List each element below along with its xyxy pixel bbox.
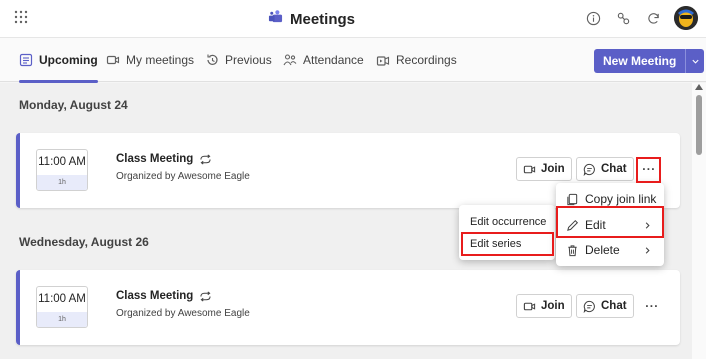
time-box: 11:00 AM 1h [36, 149, 88, 191]
chat-button[interactable]: Chat [576, 294, 634, 318]
join-button[interactable]: Join [516, 157, 572, 181]
trash-icon [568, 244, 577, 256]
delete-label: Delete [585, 243, 620, 257]
meeting-duration: 1h [37, 175, 87, 190]
card-accent-bar [16, 270, 20, 345]
video-icon [523, 302, 536, 310]
chevron-right-icon [645, 221, 650, 229]
video-icon [106, 55, 120, 65]
tab-previous[interactable]: Previous [205, 38, 272, 82]
context-menu: Copy join link Edit Delete [556, 183, 664, 266]
tab-attendance-label: Attendance [303, 53, 364, 67]
scrollbar-thumb[interactable] [696, 95, 702, 155]
edit-series-item[interactable]: Edit series [459, 234, 555, 254]
chat-button-label: Chat [601, 300, 627, 312]
meeting-card[interactable]: 11:00 AM 1h Class Meeting Organized by A… [16, 270, 680, 345]
chat-icon [583, 300, 595, 313]
chevron-right-icon [645, 246, 650, 254]
avatar[interactable] [674, 6, 698, 30]
meeting-duration: 1h [37, 312, 87, 327]
chat-icon [583, 163, 595, 176]
calendar-list-icon [19, 53, 33, 67]
more-options-button[interactable]: ··· [637, 157, 661, 181]
card-accent-bar [16, 133, 20, 208]
meetings-app-icon [268, 9, 283, 29]
scrollbar[interactable] [692, 83, 706, 359]
meeting-title-text: Class Meeting [116, 153, 194, 165]
tab-upcoming[interactable]: Upcoming [19, 38, 98, 83]
chat-button[interactable]: Chat [576, 157, 634, 181]
meeting-title: Class Meeting [116, 153, 212, 165]
copy-join-link-label: Copy join link [585, 192, 657, 206]
chat-button-label: Chat [601, 163, 627, 175]
refresh-icon[interactable] [644, 9, 662, 27]
join-button[interactable]: Join [516, 294, 572, 318]
pencil-icon [567, 219, 579, 231]
tab-attendance[interactable]: Attendance [283, 38, 364, 82]
recurring-icon [200, 291, 211, 301]
people-icon [283, 54, 297, 66]
copy-join-link-item[interactable]: Copy join link [556, 189, 664, 209]
join-button-label: Join [541, 300, 565, 312]
more-options-button[interactable]: ··· [640, 294, 664, 318]
video-icon [523, 165, 536, 173]
edit-submenu: Edit occurrence Edit series [459, 205, 555, 260]
new-meeting-dropdown-button[interactable] [685, 49, 705, 73]
recurring-icon [200, 154, 211, 164]
tab-previous-label: Previous [225, 53, 272, 67]
edit-series-label: Edit series [470, 238, 522, 250]
app-launcher-icon[interactable] [13, 9, 29, 25]
join-button-label: Join [541, 163, 565, 175]
meeting-organizer: Organized by Awesome Eagle [116, 171, 250, 182]
meeting-time: 11:00 AM [38, 293, 86, 305]
edit-label: Edit [585, 218, 606, 232]
recording-icon [376, 56, 390, 66]
tab-recordings[interactable]: Recordings [376, 38, 457, 82]
meeting-title: Class Meeting [116, 290, 212, 302]
meeting-time: 11:00 AM [38, 156, 86, 168]
history-icon [207, 54, 218, 65]
time-box: 11:00 AM 1h [36, 286, 88, 328]
edit-occurrence-label: Edit occurrence [470, 216, 547, 228]
meeting-organizer: Organized by Awesome Eagle [116, 308, 250, 319]
chevron-down-icon [692, 59, 699, 64]
tab-recordings-label: Recordings [396, 53, 457, 67]
copy-icon [567, 193, 578, 205]
tab-my-meetings-label: My meetings [126, 53, 195, 67]
new-meeting-button-group: New Meeting [594, 49, 705, 73]
info-icon[interactable] [584, 9, 602, 27]
title-bar: Meetings [0, 0, 706, 38]
share-icon[interactable] [614, 9, 632, 27]
day-header: Monday, August 24 [19, 98, 128, 112]
delete-item[interactable]: Delete [556, 240, 664, 260]
meeting-title-text: Class Meeting [116, 290, 194, 302]
day-header: Wednesday, August 26 [19, 235, 149, 249]
edit-occurrence-item[interactable]: Edit occurrence [459, 212, 555, 232]
app-title: Meetings [268, 9, 355, 29]
tab-upcoming-label: Upcoming [39, 53, 98, 67]
scroll-up-arrow-icon[interactable] [695, 84, 703, 90]
edit-item[interactable]: Edit [556, 215, 664, 235]
app-title-text: Meetings [290, 10, 356, 28]
new-meeting-button[interactable]: New Meeting [594, 49, 686, 73]
tab-my-meetings[interactable]: My meetings [106, 38, 194, 82]
